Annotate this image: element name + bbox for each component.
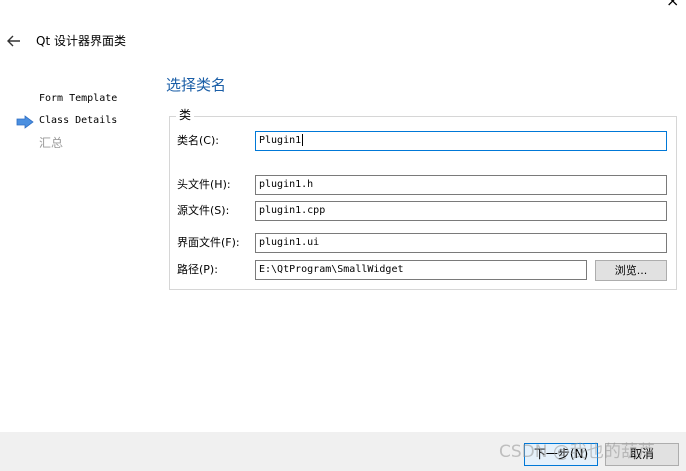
path-label: 路径(P): bbox=[177, 263, 218, 276]
groupbox-title: 类 bbox=[176, 108, 195, 122]
step-form-template: Form Template bbox=[39, 93, 118, 104]
source-file-input[interactable]: plugin1.cpp bbox=[255, 201, 667, 221]
close-icon: × bbox=[666, 0, 680, 10]
cancel-button[interactable]: 取消 bbox=[605, 443, 679, 466]
window-title: Qt 设计器界面类 bbox=[36, 34, 126, 48]
browse-button[interactable]: 浏览... bbox=[595, 260, 667, 281]
source-file-label: 源文件(S): bbox=[177, 204, 230, 217]
back-button[interactable] bbox=[6, 33, 22, 47]
form-file-label: 界面文件(F): bbox=[177, 236, 240, 249]
form-file-input[interactable]: plugin1.ui bbox=[255, 233, 667, 253]
arrow-left-icon bbox=[7, 35, 20, 47]
class-name-label: 类名(C): bbox=[177, 134, 219, 147]
arrow-right-icon bbox=[16, 115, 34, 129]
page-title: 选择类名 bbox=[166, 76, 227, 94]
close-button[interactable]: × bbox=[666, 0, 682, 10]
next-button[interactable]: 下一步(N) bbox=[524, 443, 598, 466]
step-summary: 汇总 bbox=[39, 136, 64, 150]
step-class-details: Class Details bbox=[39, 115, 118, 126]
class-name-value: Plugin1 bbox=[259, 135, 302, 146]
header-file-label: 头文件(H): bbox=[177, 178, 231, 191]
class-name-input[interactable]: Plugin1 bbox=[255, 131, 667, 151]
text-caret bbox=[302, 134, 304, 146]
header-file-input[interactable]: plugin1.h bbox=[255, 175, 667, 195]
path-input[interactable]: E:\QtProgram\SmallWidget bbox=[255, 260, 587, 280]
